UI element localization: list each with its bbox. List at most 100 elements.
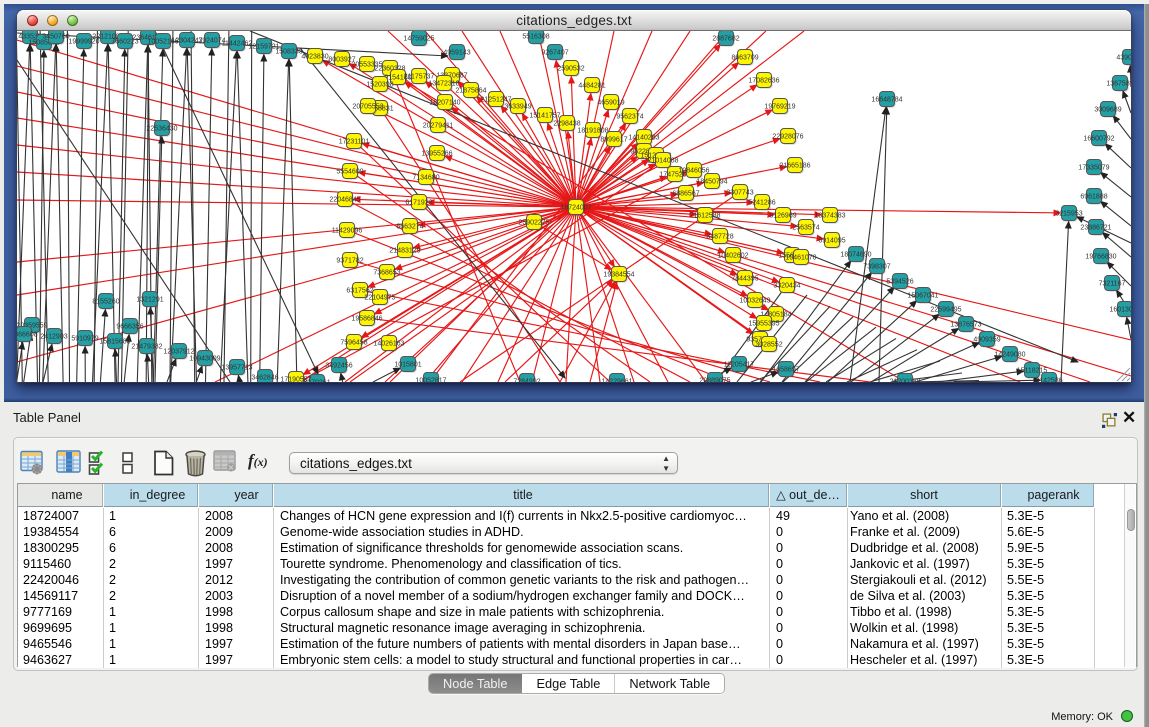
svg-text:20705553: 20705553 [352, 104, 383, 111]
svg-text:14249080: 14249080 [994, 352, 1025, 359]
svg-text:5516308: 5516308 [522, 34, 549, 41]
svg-text:15815680: 15815680 [99, 339, 130, 346]
svg-text:8999617: 8999617 [600, 137, 627, 144]
svg-text:22104975: 22104975 [364, 295, 395, 302]
svg-text:21612588: 21612588 [689, 213, 720, 220]
svg-text:25902275: 25902275 [518, 220, 549, 227]
svg-text:10402602: 10402602 [717, 253, 748, 260]
svg-text:6914095: 6914095 [818, 238, 845, 245]
svg-text:15067041: 15067041 [907, 293, 938, 300]
svg-text:7321167: 7321167 [1099, 281, 1126, 288]
svg-text:21200388: 21200388 [889, 379, 920, 382]
svg-text:22536430: 22536430 [146, 126, 177, 133]
svg-text:1321291: 1321291 [136, 297, 163, 304]
svg-text:2563574: 2563574 [792, 225, 819, 232]
svg-text:4959143: 4959143 [443, 50, 470, 57]
svg-text:19766830: 19766830 [1085, 254, 1116, 261]
svg-text:3492456: 3492456 [325, 363, 352, 370]
svg-text:19769219: 19769219 [764, 104, 795, 111]
svg-text:21875864: 21875864 [455, 88, 486, 95]
svg-text:1658697: 1658697 [772, 367, 799, 374]
svg-text:13472318: 13472318 [428, 81, 459, 88]
svg-text:15141757: 15141757 [529, 113, 560, 120]
svg-text:7134680: 7134680 [412, 175, 439, 182]
svg-text:21251247: 21251247 [480, 97, 511, 104]
svg-text:9267407: 9267407 [541, 50, 568, 57]
svg-text:7284992: 7284992 [513, 379, 540, 382]
svg-text:3633949: 3633949 [504, 104, 531, 111]
svg-text:2298438: 2298438 [553, 121, 580, 128]
svg-text:21479382: 21479382 [131, 344, 162, 351]
svg-text:4023830: 4023830 [301, 54, 328, 61]
svg-text:22046845: 22046845 [329, 197, 360, 204]
svg-text:7596458: 7596458 [340, 340, 367, 347]
svg-text:21014088: 21014088 [647, 158, 678, 165]
svg-text:3450760: 3450760 [42, 34, 69, 41]
svg-text:1508333: 1508333 [275, 49, 302, 56]
svg-text:8155260: 8155260 [92, 299, 119, 306]
svg-text:4909359: 4909359 [973, 337, 1000, 344]
svg-text:2887682: 2887682 [712, 36, 739, 43]
svg-text:7398307: 7398307 [863, 264, 890, 271]
svg-text:7844395: 7844395 [731, 276, 758, 283]
svg-text:3028552: 3028552 [755, 342, 782, 349]
svg-text:10943009: 10943009 [189, 356, 220, 363]
svg-text:2590532: 2590532 [557, 66, 584, 73]
svg-text:6171923: 6171923 [405, 200, 432, 207]
svg-text:2412903: 2412903 [40, 334, 67, 341]
svg-text:17335079: 17335079 [1078, 165, 1109, 172]
svg-text:9666356: 9666356 [116, 324, 143, 331]
svg-text:5241286: 5241286 [748, 200, 775, 207]
svg-text:10846056: 10846056 [678, 168, 709, 175]
svg-text:23886721: 23886721 [1080, 225, 1111, 232]
svg-text:4659019: 4659019 [597, 100, 624, 107]
svg-text:22928076: 22928076 [772, 134, 803, 141]
svg-text:8663709: 8663709 [731, 55, 758, 62]
svg-text:3487728: 3487728 [706, 234, 733, 241]
svg-text:16648784: 16648784 [871, 97, 902, 104]
svg-text:17231101: 17231101 [339, 139, 370, 146]
svg-text:3215953: 3215953 [1055, 211, 1082, 218]
svg-text:9371782: 9371782 [336, 258, 363, 265]
svg-text:18450794: 18450794 [696, 179, 727, 186]
svg-text:17190557: 17190557 [280, 377, 311, 382]
svg-text:3009689: 3009689 [1094, 107, 1121, 114]
svg-text:4366608: 4366608 [17, 332, 38, 339]
svg-text:13374383: 13374383 [814, 213, 845, 220]
svg-text:5394526: 5394526 [886, 279, 913, 286]
svg-text:5554609: 5554609 [336, 169, 363, 176]
svg-text:3462846: 3462846 [251, 375, 278, 382]
svg-text:11205417: 11205417 [724, 362, 755, 369]
svg-text:10461070: 10461070 [785, 255, 816, 262]
svg-text:6961888: 6961888 [1080, 194, 1107, 201]
svg-text:17082636: 17082636 [748, 78, 779, 85]
svg-text:10052817: 10052817 [415, 378, 446, 382]
svg-text:13957713: 13957713 [221, 365, 252, 372]
svg-text:21665186: 21665186 [779, 163, 810, 170]
svg-text:19586846: 19586846 [351, 316, 382, 323]
svg-text:16600792: 16600792 [1083, 136, 1114, 143]
svg-text:4390551: 4390551 [1116, 55, 1131, 62]
svg-text:14229661: 14229661 [601, 379, 632, 382]
svg-text:6886567: 6886567 [672, 191, 699, 198]
svg-text:20279411: 20279411 [423, 123, 454, 130]
svg-text:16013087: 16013087 [1109, 307, 1131, 314]
svg-text:16207140: 16207140 [429, 100, 460, 107]
svg-text:6317562: 6317562 [346, 288, 373, 295]
svg-text:14026163: 14026163 [373, 341, 404, 348]
svg-text:8663274: 8663274 [396, 224, 423, 231]
svg-text:18074690: 18074690 [840, 252, 871, 259]
svg-text:20889075: 20889075 [699, 378, 730, 382]
svg-text:14759025: 14759025 [403, 36, 434, 43]
svg-text:13955266: 13955266 [421, 151, 452, 158]
svg-text:21483129: 21483129 [389, 248, 420, 255]
svg-text:5910979: 5910979 [71, 336, 98, 343]
svg-text:8126969: 8126969 [769, 213, 796, 220]
svg-text:3307743: 3307743 [726, 190, 753, 197]
svg-text:18191808: 18191808 [577, 128, 608, 135]
svg-text:9562374: 9562374 [616, 114, 643, 121]
svg-text:1520398: 1520398 [366, 82, 393, 89]
svg-text:12037912: 12037912 [163, 349, 194, 356]
svg-text:7368653: 7368653 [373, 270, 400, 277]
svg-text:18724007: 18724007 [560, 205, 591, 212]
